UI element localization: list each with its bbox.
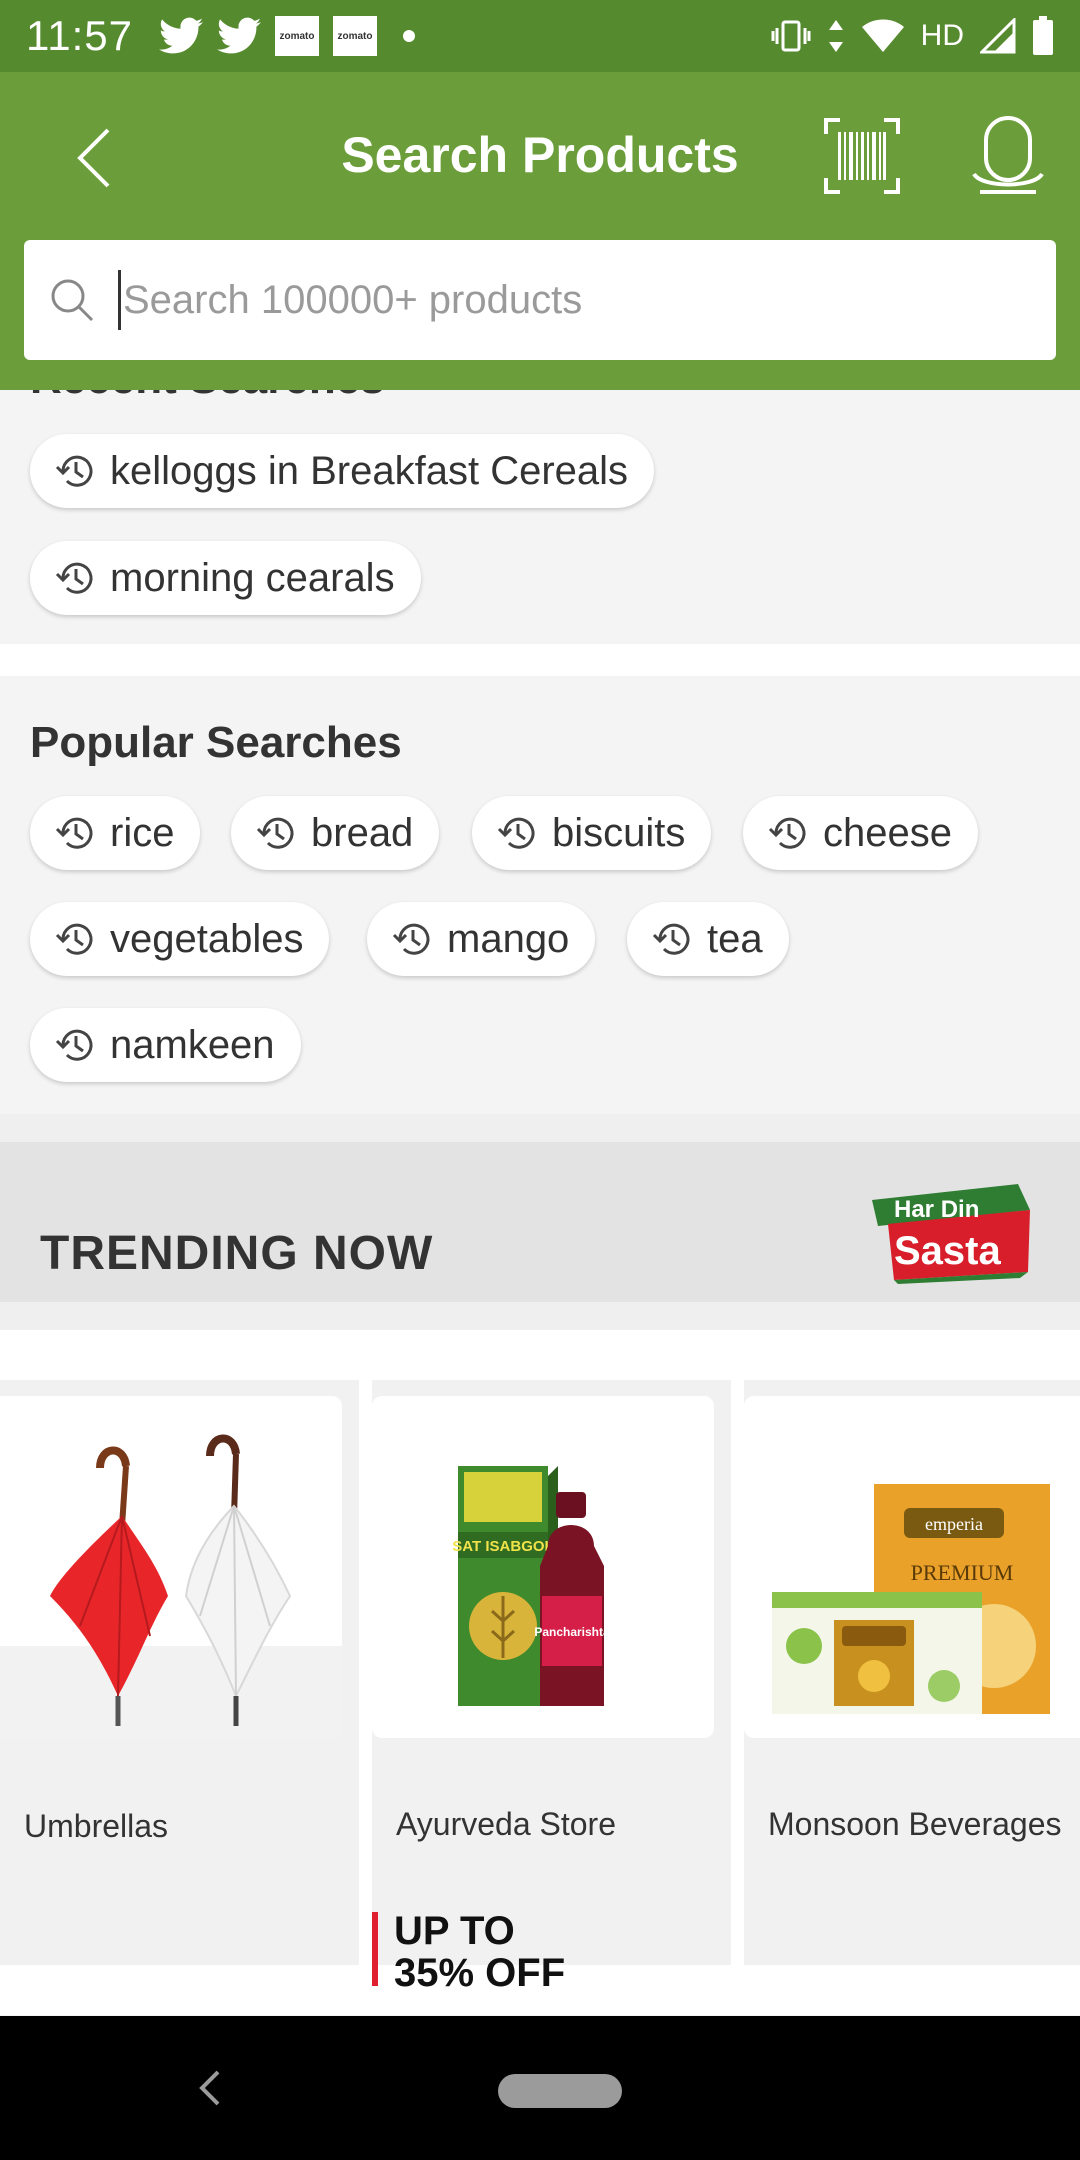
history-icon — [768, 817, 806, 849]
nav-home-pill[interactable] — [498, 2074, 622, 2108]
offer-text: UP TO 35% OFF — [394, 1909, 566, 1995]
notification-icons: zomato zomato — [159, 16, 415, 56]
chip-label: cheese — [823, 810, 952, 855]
product-name: Ayurveda Store — [396, 1806, 616, 1842]
hd-label: HD — [920, 19, 964, 52]
history-icon — [256, 817, 294, 849]
cell-signal-icon — [980, 18, 1016, 54]
offer-accent-bar — [372, 1912, 378, 1986]
product-card-umbrellas[interactable]: Umbrellas — [0, 1380, 359, 1965]
badge-text-line2: Sasta — [894, 1229, 1001, 1273]
trending-title: TRENDING NOW — [40, 1227, 434, 1280]
trending-products-carousel[interactable]: Umbrellas SAT ISABGOL Pancharishta Ayurv… — [0, 1330, 1080, 2015]
history-icon — [652, 923, 690, 955]
search-field[interactable] — [24, 240, 1056, 360]
section-divider — [0, 1302, 1080, 1330]
chip-label: tea — [707, 916, 763, 961]
recent-search-chip[interactable]: morning cearals — [30, 541, 421, 615]
wifi-icon — [861, 19, 904, 52]
recent-searches-section: Recent Searches kelloggs in Breakfast Ce… — [0, 390, 1080, 644]
search-icon — [51, 279, 94, 322]
popular-search-chip-vegetables[interactable]: vegetables — [30, 902, 330, 976]
chip-label: rice — [110, 810, 175, 855]
recent-search-chip[interactable]: kelloggs in Breakfast Cereals — [30, 434, 655, 508]
data-arrows-icon — [828, 20, 843, 52]
popular-search-chip-bread[interactable]: bread — [231, 796, 440, 870]
history-icon — [55, 562, 93, 594]
nav-back-icon[interactable] — [186, 2062, 234, 2114]
history-icon — [55, 923, 93, 955]
chip-label: mango — [447, 916, 570, 961]
umbrella-illustration — [0, 1434, 342, 1738]
page-title: Search Products — [341, 127, 739, 183]
chip-label: kelloggs in Breakfast Cereals — [110, 448, 629, 493]
product-card-monsoon-beverages[interactable]: emperia PREMIUM Monsoon Beverages — [744, 1380, 1080, 1965]
ayurveda-products-image: SAT ISABGOL Pancharishta — [372, 1396, 714, 1738]
text-cursor — [118, 270, 121, 330]
recent-searches-heading: Recent Searches — [30, 390, 385, 404]
bottle-label-text: Pancharishta — [534, 1625, 610, 1639]
badge-text-line1: Har Din — [894, 1196, 979, 1223]
popular-search-chip-namkeen[interactable]: namkeen — [30, 1008, 301, 1082]
more-notifications-dot — [403, 30, 415, 42]
popular-search-chip-biscuits[interactable]: biscuits — [472, 796, 712, 870]
section-divider — [0, 644, 1080, 676]
popular-searches-heading: Popular Searches — [30, 718, 402, 767]
popular-searches-section: Popular Searches rice bread biscuits che… — [0, 676, 1080, 1114]
zomato-icon: zomato — [333, 16, 377, 56]
product-box-text: SAT ISABGOL — [452, 1538, 553, 1555]
system-icons: HD — [771, 16, 1054, 56]
popular-search-chip-rice[interactable]: rice — [30, 796, 201, 870]
history-icon — [497, 817, 535, 849]
system-navigation-bar — [0, 2016, 1080, 2160]
history-icon — [55, 1029, 93, 1061]
product-name: Monsoon Beverages — [768, 1806, 1062, 1842]
status-bar: 11:57 zomato zomato HD — [0, 0, 1080, 72]
trending-banner[interactable]: TRENDING NOW Har Din Sasta — [0, 1142, 1080, 1302]
zomato-icon: zomato — [275, 16, 319, 56]
history-icon — [392, 923, 430, 955]
umbrella-image — [0, 1396, 342, 1738]
barcode-scan-button[interactable] — [822, 116, 902, 196]
chip-label: morning cearals — [110, 555, 395, 600]
status-time: 11:57 — [26, 12, 133, 59]
history-icon — [55, 455, 93, 487]
section-divider — [0, 1114, 1080, 1142]
product-card-ayurveda-store[interactable]: SAT ISABGOL Pancharishta Ayurveda Store … — [372, 1380, 731, 1994]
chip-label: bread — [311, 810, 414, 855]
popular-search-chip-tea[interactable]: tea — [627, 902, 789, 976]
search-input[interactable] — [123, 277, 1003, 323]
tea-brand-text: emperia — [925, 1514, 983, 1534]
tea-boxes-illustration: emperia PREMIUM — [772, 1484, 1050, 1714]
vibrate-icon — [771, 20, 811, 52]
twitter-icon — [159, 17, 203, 54]
tea-boxes-image: emperia PREMIUM — [744, 1396, 1080, 1738]
app-bar: Search Products — [0, 72, 1080, 240]
screen: 11:57 zomato zomato HD Search Products S… — [0, 0, 1080, 2160]
har-din-sasta-logo: Har Din Sasta — [872, 1184, 1030, 1284]
product-name: Umbrellas — [24, 1808, 169, 1844]
battery-icon — [1033, 16, 1053, 55]
ayurveda-illustration: SAT ISABGOL Pancharishta — [452, 1466, 610, 1706]
chip-label: biscuits — [552, 810, 686, 855]
chip-label: vegetables — [110, 916, 304, 961]
mic-icon — [972, 116, 1044, 194]
tea-label-text: PREMIUM — [911, 1560, 1014, 1585]
popular-search-chip-cheese[interactable]: cheese — [743, 796, 978, 870]
voice-search-button[interactable] — [968, 116, 1048, 196]
popular-search-chip-mango[interactable]: mango — [367, 902, 596, 976]
twitter-icon — [217, 17, 261, 54]
barcode-icon — [824, 118, 900, 194]
chip-label: namkeen — [110, 1022, 275, 1067]
history-icon — [55, 817, 93, 849]
